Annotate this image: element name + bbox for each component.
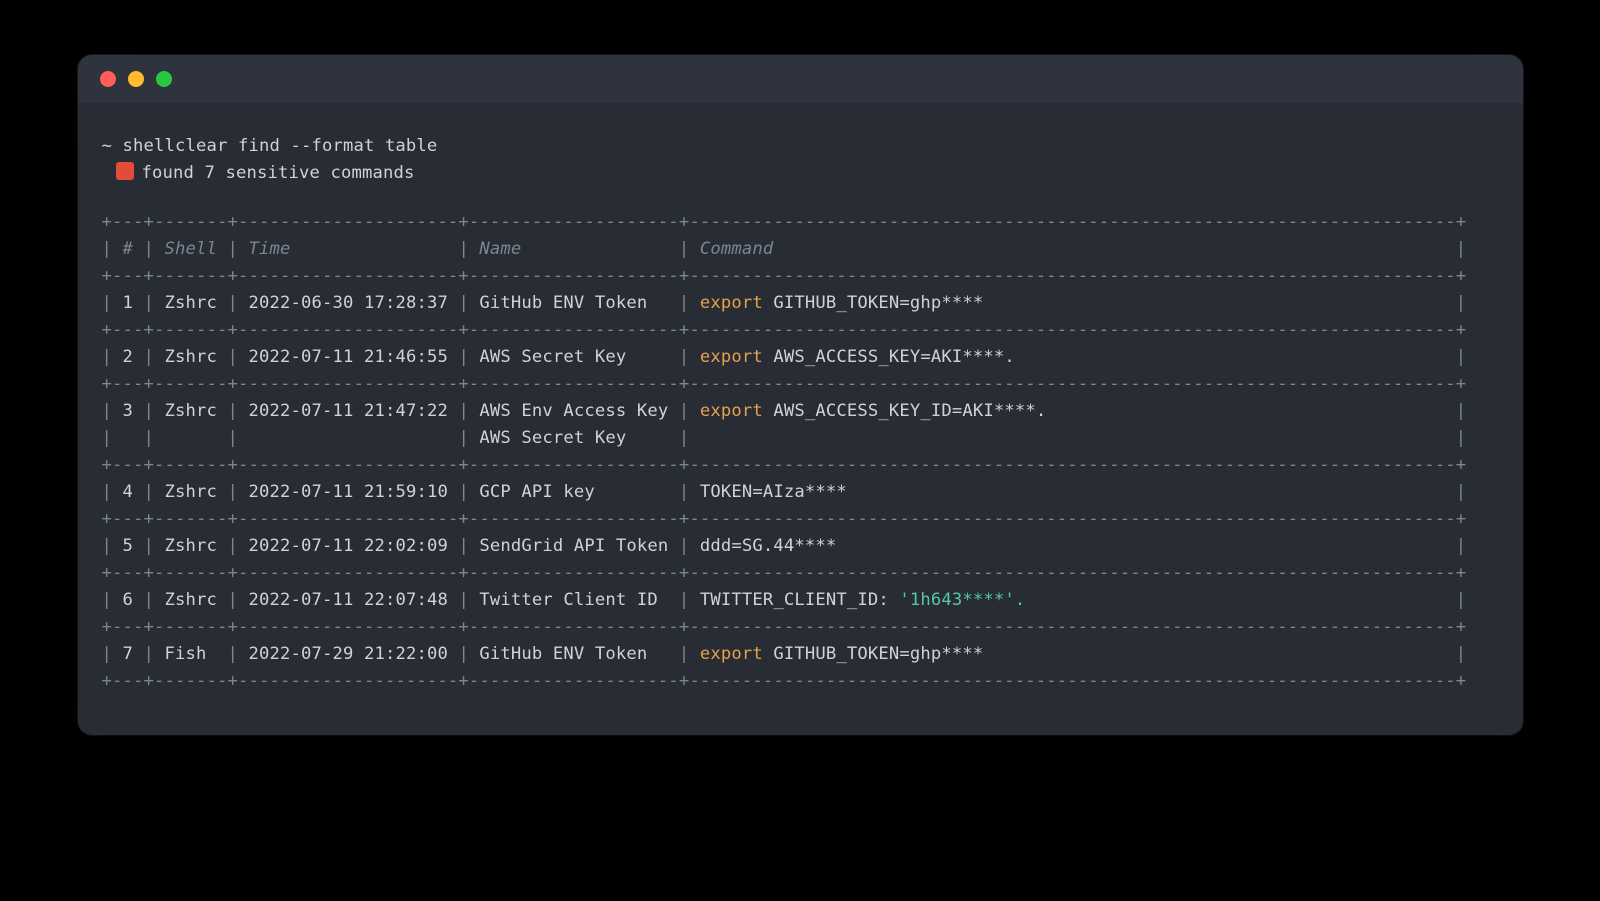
close-icon[interactable]	[100, 71, 116, 87]
terminal-window: ~ shellclear find --format table found 7…	[78, 55, 1523, 735]
command-prompt: ~ shellclear find --format table	[102, 133, 1499, 160]
minimize-icon[interactable]	[128, 71, 144, 87]
results-table: +---+-------+---------------------+-----…	[102, 209, 1499, 695]
alert-icon	[116, 162, 134, 180]
status-text: found 7 sensitive commands	[142, 163, 415, 183]
maximize-icon[interactable]	[156, 71, 172, 87]
window-titlebar	[78, 55, 1523, 103]
status-line: found 7 sensitive commands	[102, 160, 1499, 187]
terminal-body: ~ shellclear find --format table found 7…	[78, 103, 1523, 735]
